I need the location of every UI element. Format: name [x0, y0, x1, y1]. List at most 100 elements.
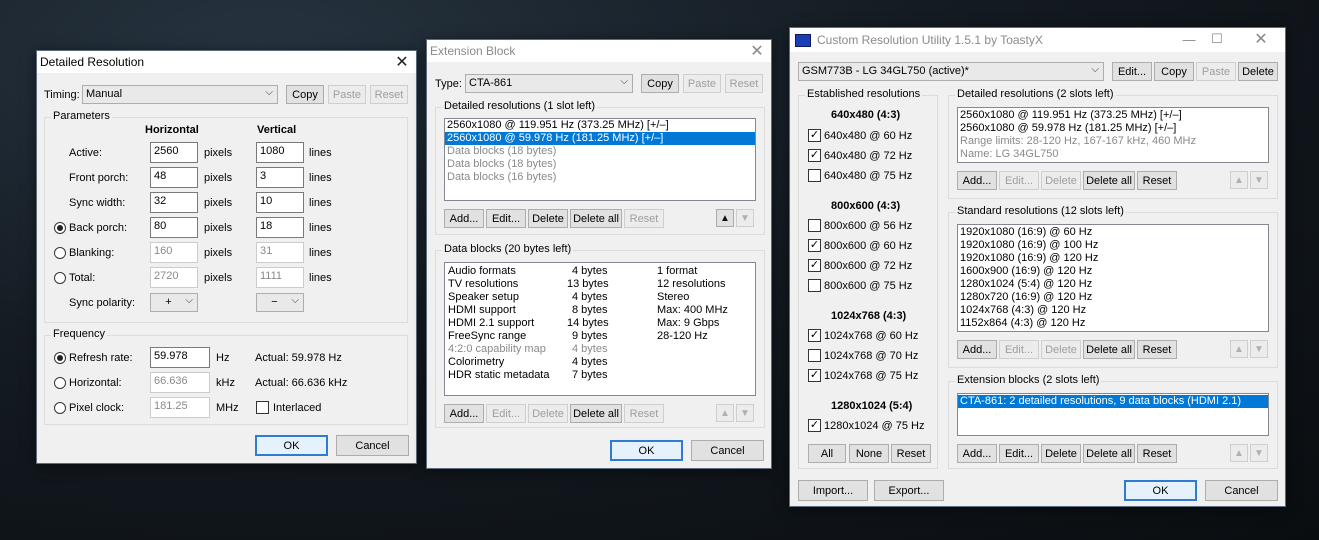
edit-button[interactable]: Edit... — [999, 444, 1039, 463]
list-item[interactable]: 2560x1080 @ 119.951 Hz (373.25 MHz) [+/–… — [958, 109, 1268, 122]
reset-button[interactable]: Reset — [1137, 340, 1177, 359]
edit-button[interactable]: Edit... — [999, 171, 1039, 190]
delete-all-button[interactable]: Delete all — [570, 404, 622, 423]
add-button[interactable]: Add... — [444, 209, 484, 228]
est-checkbox[interactable]: ✓ — [808, 369, 821, 382]
edit-button[interactable]: Edit... — [486, 404, 526, 423]
list-item[interactable]: 1920x1080 (16:9) @ 120 Hz — [958, 252, 1268, 265]
est-checkbox[interactable]: ✓ — [808, 149, 821, 162]
move-down-icon[interactable]: ▼ — [1250, 171, 1268, 189]
table-row[interactable]: HDMI 2.1 support 14 bytes Max: 9 Gbps — [445, 317, 755, 330]
reset-button[interactable]: Reset — [624, 404, 664, 423]
paste-button[interactable]: Paste — [683, 74, 721, 93]
v-back-porch-input[interactable]: 18 — [256, 217, 304, 238]
reset-button[interactable]: Reset — [1137, 171, 1177, 190]
delete-monitor-button[interactable]: Delete — [1238, 62, 1278, 81]
list-item[interactable]: 2560x1080 @ 59.978 Hz (181.25 MHz) [+/–] — [445, 132, 755, 145]
delete-button[interactable]: Delete — [1041, 444, 1081, 463]
table-row[interactable]: 4:2:0 capability map 4 bytes — [445, 343, 755, 356]
paste-button[interactable]: Paste — [328, 85, 366, 104]
blanking-radio[interactable] — [54, 247, 66, 259]
reset-button[interactable]: Reset — [370, 85, 408, 104]
v-active-input[interactable]: 1080 — [256, 142, 304, 163]
delete-button[interactable]: Delete — [528, 404, 568, 423]
type-dropdown[interactable]: CTA-861 ⌵ — [465, 74, 633, 93]
list-item[interactable]: 2560x1080 @ 119.951 Hz (373.25 MHz) [+/–… — [445, 119, 755, 132]
paste-button[interactable]: Paste — [1196, 62, 1236, 81]
delete-all-button[interactable]: Delete all — [1083, 444, 1135, 463]
h-back-porch-input[interactable]: 80 — [150, 217, 198, 238]
cancel-button[interactable]: Cancel — [1205, 480, 1278, 501]
refresh-rate-input[interactable]: 59.978 — [150, 347, 210, 368]
ok-button[interactable]: OK — [1124, 480, 1197, 501]
ok-button[interactable]: OK — [255, 435, 328, 456]
est-checkbox[interactable]: ✓ — [808, 329, 821, 342]
est-checkbox[interactable] — [808, 219, 821, 232]
list-item[interactable]: Data blocks (18 bytes) — [445, 145, 755, 158]
detailed-resolutions-list[interactable]: 2560x1080 @ 119.951 Hz (373.25 MHz) [+/–… — [444, 118, 756, 201]
h-front-porch-input[interactable]: 48 — [150, 167, 198, 188]
list-item[interactable]: Range limits: 28-120 Hz, 167-167 kHz, 46… — [958, 135, 1268, 148]
all-button[interactable]: All — [808, 444, 846, 463]
v-sync-width-input[interactable]: 10 — [256, 192, 304, 213]
reset-button[interactable]: Reset — [1137, 444, 1177, 463]
edit-button[interactable]: Edit... — [999, 340, 1039, 359]
h-active-input[interactable]: 2560 — [150, 142, 198, 163]
move-up-icon[interactable]: ▲ — [1230, 340, 1248, 358]
h-polarity-dropdown[interactable]: + ⌵ — [150, 293, 198, 312]
move-down-icon[interactable]: ▼ — [736, 209, 754, 227]
export-button[interactable]: Export... — [874, 480, 944, 501]
move-up-icon[interactable]: ▲ — [716, 404, 734, 422]
add-button[interactable]: Add... — [957, 171, 997, 190]
list-item[interactable]: 1920x1080 (16:9) @ 100 Hz — [958, 239, 1268, 252]
est-checkbox[interactable]: ✓ — [808, 419, 821, 432]
list-item[interactable]: 1152x864 (4:3) @ 120 Hz — [958, 317, 1268, 330]
list-item[interactable]: 1600x900 (16:9) @ 120 Hz — [958, 265, 1268, 278]
list-item[interactable]: 1280x1024 (5:4) @ 120 Hz — [958, 278, 1268, 291]
pixel-clock-input[interactable]: 181.25 — [150, 397, 210, 418]
refresh-rate-radio[interactable] — [54, 352, 66, 364]
move-up-icon[interactable]: ▲ — [716, 209, 734, 227]
est-checkbox[interactable]: ✓ — [808, 239, 821, 252]
interlaced-checkbox[interactable] — [256, 401, 269, 414]
delete-all-button[interactable]: Delete all — [1083, 171, 1135, 190]
close-icon[interactable]: ✕ — [392, 52, 412, 72]
ok-button[interactable]: OK — [610, 440, 683, 461]
add-button[interactable]: Add... — [957, 340, 997, 359]
v-total-input[interactable]: 1111 — [256, 267, 304, 288]
list-item[interactable]: Name: LG 34GL750 — [958, 148, 1268, 161]
copy-button[interactable]: Copy — [1154, 62, 1194, 81]
table-row[interactable]: FreeSync range 9 bytes 28-120 Hz — [445, 330, 755, 343]
est-checkbox[interactable]: ✓ — [808, 129, 821, 142]
reset-established-button[interactable]: Reset — [891, 444, 931, 463]
copy-button[interactable]: Copy — [286, 85, 324, 104]
h-total-input[interactable]: 2720 — [150, 267, 198, 288]
timing-dropdown[interactable]: Manual ⌵ — [82, 85, 278, 104]
horizontal-freq-radio[interactable] — [54, 377, 66, 389]
edit-button[interactable]: Edit... — [486, 209, 526, 228]
est-checkbox[interactable] — [808, 169, 821, 182]
move-down-icon[interactable]: ▼ — [736, 404, 754, 422]
move-up-icon[interactable]: ▲ — [1230, 444, 1248, 462]
close-icon[interactable]: ✕ — [1251, 29, 1271, 49]
pixel-clock-radio[interactable] — [54, 402, 66, 414]
list-item[interactable]: Data blocks (18 bytes) — [445, 158, 755, 171]
list-item[interactable]: 1024x768 (4:3) @ 120 Hz — [958, 304, 1268, 317]
standard-list[interactable]: 1920x1080 (16:9) @ 60 Hz 1920x1080 (16:9… — [957, 224, 1269, 332]
import-button[interactable]: Import... — [798, 480, 868, 501]
minimize-icon[interactable]: — — [1179, 29, 1199, 49]
delete-button[interactable]: Delete — [528, 209, 568, 228]
reset-button[interactable]: Reset — [725, 74, 763, 93]
cancel-button[interactable]: Cancel — [691, 440, 764, 461]
table-row[interactable]: HDMI support 8 bytes Max: 400 MHz — [445, 304, 755, 317]
v-front-porch-input[interactable]: 3 — [256, 167, 304, 188]
monitor-dropdown[interactable]: GSM773B - LG 34GL750 (active)* ⌵ — [798, 62, 1104, 81]
cancel-button[interactable]: Cancel — [336, 435, 409, 456]
list-item[interactable]: Data blocks (16 bytes) — [445, 171, 755, 184]
delete-button[interactable]: Delete — [1041, 171, 1081, 190]
list-item[interactable]: 1920x1080 (16:9) @ 60 Hz — [958, 226, 1268, 239]
delete-button[interactable]: Delete — [1041, 340, 1081, 359]
extension-blocks-list[interactable]: CTA-861: 2 detailed resolutions, 9 data … — [957, 393, 1269, 436]
move-down-icon[interactable]: ▼ — [1250, 340, 1268, 358]
est-checkbox[interactable]: ✓ — [808, 259, 821, 272]
